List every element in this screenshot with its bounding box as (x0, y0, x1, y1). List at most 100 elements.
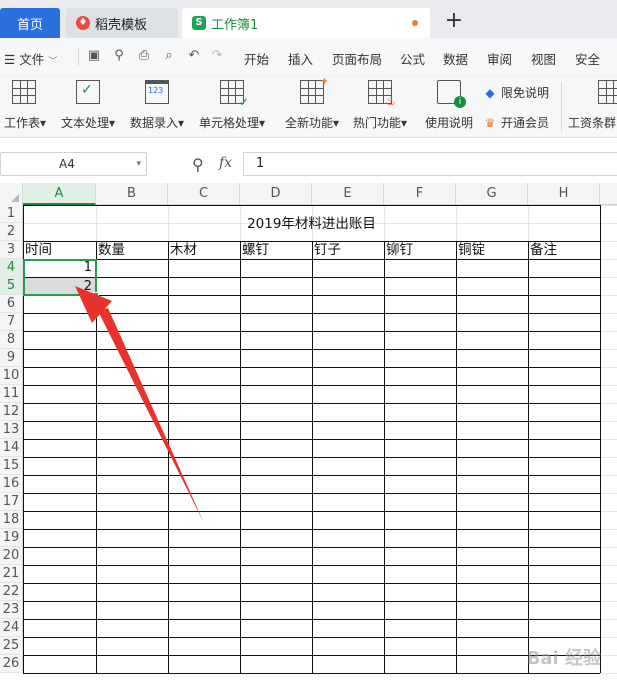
row-header-17[interactable]: 17 (0, 493, 23, 511)
chevron-down-icon[interactable]: ▾ (136, 153, 141, 175)
new-tab-button[interactable]: + (442, 10, 466, 34)
header-cell[interactable]: 铆钉 (384, 241, 456, 259)
row-header-18[interactable]: 18 (0, 511, 23, 529)
row-header-10[interactable]: 10 (0, 367, 23, 385)
column-header-f[interactable]: F (384, 183, 456, 205)
tab-template-label: 稻壳模板 (95, 17, 148, 33)
data-entry-label: 数据录入▾ (129, 116, 185, 130)
menu-item-data[interactable]: 数据 (443, 49, 468, 68)
row-header-5[interactable]: 5 (0, 277, 23, 295)
text-processing-button[interactable]: ✓ 文本处理▾ (58, 80, 118, 131)
row-header-8[interactable]: 8 (0, 331, 23, 349)
hamburger-icon: ☰ (4, 52, 16, 67)
tab-home-label: 首页 (16, 17, 43, 33)
print-preview-icon[interactable]: ⌕ (160, 47, 178, 65)
header-cell[interactable]: 螺钉 (240, 241, 312, 259)
menu-item-security[interactable]: 安全 (575, 49, 600, 68)
row-header-6[interactable]: 6 (0, 295, 23, 313)
header-cell[interactable]: 铜锭 (456, 241, 528, 259)
tab-workbook[interactable]: S 工作簿1 (182, 8, 430, 38)
formula-input[interactable]: 1 (243, 152, 617, 176)
menu-item-page-layout[interactable]: 页面布局 (332, 49, 382, 68)
save-icon[interactable]: ▣ (85, 47, 103, 65)
tab-template[interactable]: ♦ 稻壳模板 (66, 8, 178, 38)
row-header-19[interactable]: 19 (0, 529, 23, 547)
tab-workbook-label: 工作簿1 (211, 17, 259, 33)
column-header-b[interactable]: B (96, 183, 168, 205)
header-cell[interactable]: 备注 (528, 241, 600, 259)
zoom-icon[interactable]: ⚲ (192, 155, 204, 174)
payslip-icon (598, 80, 617, 104)
spreadsheet-grid[interactable]: ABCDEFGH 1 2 3 4 5 6 7 8 9 10 11 12 13 14 15 16 17 18 19 20… (0, 183, 617, 682)
row-header-23[interactable]: 23 (0, 601, 23, 619)
menu-item-view[interactable]: 视图 (531, 49, 556, 68)
column-header-e[interactable]: E (312, 183, 384, 205)
row-header-9[interactable]: 9 (0, 349, 23, 367)
tab-bar: 首页 ♦ 稻壳模板 S 工作簿1 + (0, 0, 617, 38)
redo-icon[interactable]: ↷ (208, 47, 226, 65)
column-header-bar: ABCDEFGH (0, 183, 617, 205)
header-cell[interactable]: 数量 (96, 241, 168, 259)
row-header-4[interactable]: 4 (0, 259, 23, 277)
menu-item-start[interactable]: 开始 (244, 49, 269, 68)
row-header-26[interactable]: 26 (0, 655, 23, 673)
undo-icon[interactable]: ↶ (185, 47, 203, 65)
header-cell[interactable]: 钉子 (312, 241, 384, 259)
name-box-value: A4 (59, 157, 75, 171)
row-header-22[interactable]: 22 (0, 583, 23, 601)
print-icon[interactable]: ⎙ (135, 47, 153, 65)
column-header-h[interactable]: H (528, 183, 600, 205)
fx-icon[interactable]: fx (219, 155, 232, 171)
row-header-12[interactable]: 12 (0, 403, 23, 421)
column-header-g[interactable]: G (456, 183, 528, 205)
instructions-button[interactable]: i 使用说明 (424, 80, 474, 131)
row-header-21[interactable]: 21 (0, 565, 23, 583)
cell-processing-button[interactable]: ✓ 单元格处理▾ (196, 80, 268, 131)
row-header-16[interactable]: 16 (0, 475, 23, 493)
header-cell[interactable]: 木材 (168, 241, 240, 259)
tab-home[interactable]: 首页 (0, 8, 60, 38)
row-header-11[interactable]: 11 (0, 385, 23, 403)
row-header-20[interactable]: 20 (0, 547, 23, 565)
popular-features-button[interactable]: ♨ 热门功能▾ (350, 80, 410, 131)
new-features-button[interactable]: ✦ 全新功能▾ (282, 75, 342, 131)
column-header-a[interactable]: A (23, 183, 96, 205)
row-header-25[interactable]: 25 (0, 637, 23, 655)
sheet-s-icon: S (192, 16, 206, 30)
worksheet-button[interactable]: 工作表▾ (4, 80, 46, 131)
divider (561, 82, 562, 132)
fill-handle[interactable] (93, 292, 99, 298)
row-header-1[interactable]: 1 (0, 205, 23, 223)
data-entry-button[interactable]: 123 数据录入▾ (128, 80, 186, 131)
calendar-icon: 123 (145, 80, 169, 104)
row-header-15[interactable]: 15 (0, 457, 23, 475)
row-header-24[interactable]: 24 (0, 619, 23, 637)
menu-item-review[interactable]: 审阅 (487, 49, 512, 68)
text-processing-label: 文本处理▾ (60, 116, 116, 130)
menu-item-formula[interactable]: 公式 (400, 49, 425, 68)
row-header-14[interactable]: 14 (0, 439, 23, 457)
column-header-d[interactable]: D (240, 183, 312, 205)
file-menu-label: 文件 (19, 52, 45, 67)
row-header-13[interactable]: 13 (0, 421, 23, 439)
format-painter-icon[interactable]: ⚲ (110, 47, 128, 65)
header-cell[interactable]: 时间 (23, 241, 96, 259)
menu-item-insert[interactable]: 插入 (288, 49, 313, 68)
row-header-2[interactable]: 2 (0, 223, 23, 241)
name-box[interactable]: A4 ▾ (0, 152, 147, 176)
title-cell[interactable]: 2019年材料进出账目 (23, 215, 600, 233)
popular-features-label: 热门功能▾ (352, 116, 408, 130)
crown-icon: ♛ (484, 116, 496, 130)
select-all-corner[interactable] (0, 183, 23, 205)
selection-border (23, 259, 97, 296)
document-info-icon: i (437, 80, 466, 108)
row-header-3[interactable]: 3 (0, 241, 23, 259)
file-menu[interactable]: ☰ 文件 ﹀ (4, 49, 57, 68)
free-trial-info-button[interactable]: ◆ 限免说明 (483, 84, 549, 101)
text-check-icon: ✓ (76, 80, 100, 104)
free-trial-info-label: 限免说明 (501, 86, 550, 100)
column-header-c[interactable]: C (168, 183, 240, 205)
open-membership-button[interactable]: ♛ 开通会员 (483, 114, 549, 131)
payslip-button[interactable]: 工资条群 (568, 80, 617, 131)
row-header-7[interactable]: 7 (0, 313, 23, 331)
